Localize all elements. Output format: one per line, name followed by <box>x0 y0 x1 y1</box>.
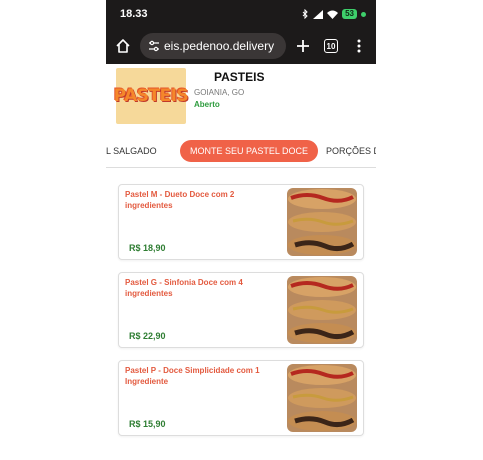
category-tabs: L SALGADO MONTE SEU PASTEL DOCE PORÇÕES … <box>106 134 376 168</box>
tab-count: 10 <box>324 39 338 53</box>
product-card[interactable]: Pastel M - Dueto Doce com 2 ingredientes… <box>118 184 364 260</box>
url-text: eis.pedenoo.delivery <box>164 39 275 53</box>
product-price: R$ 15,90 <box>129 419 166 429</box>
new-tab-icon[interactable] <box>292 35 314 57</box>
home-icon[interactable] <box>112 35 134 57</box>
address-bar[interactable]: eis.pedenoo.delivery <box>140 33 286 59</box>
product-name: Pastel M - Dueto Doce com 2 ingredientes <box>125 190 235 210</box>
wifi-icon <box>327 10 339 19</box>
phone-screen: 18.33 53 eis.pedenoo.delivery 10 PASTEIS <box>106 0 376 460</box>
status-icons: 53 <box>302 9 366 19</box>
product-card[interactable]: Pastel P - Doce Simplicidade com 1 Ingre… <box>118 360 364 436</box>
notification-dot-icon <box>361 11 366 17</box>
store-city: GOIANIA, GO <box>194 88 245 97</box>
tab-monte-seu-pastel-doce[interactable]: MONTE SEU PASTEL DOCE <box>180 140 319 162</box>
tab-switcher-icon[interactable]: 10 <box>320 35 342 57</box>
store-header: PASTEIS PASTEIS GOIANIA, GO Aberto <box>106 64 376 130</box>
site-settings-icon[interactable] <box>148 40 160 52</box>
store-logo: PASTEIS <box>113 68 189 124</box>
store-info: PASTEIS GOIANIA, GO Aberto <box>194 68 264 130</box>
product-name: Pastel P - Doce Simplicidade com 1 Ingre… <box>125 366 260 386</box>
status-bar: 18.33 53 <box>106 0 376 28</box>
product-image <box>287 188 357 256</box>
product-image <box>287 364 357 432</box>
tab-porcoes[interactable]: PORÇÕES D <box>326 140 376 162</box>
browser-toolbar: eis.pedenoo.delivery 10 <box>106 28 376 64</box>
logo-text: PASTEIS <box>113 86 189 106</box>
more-menu-icon[interactable] <box>348 35 370 57</box>
product-list: Pastel M - Dueto Doce com 2 ingredientes… <box>106 168 376 436</box>
bluetooth-icon <box>302 9 308 19</box>
product-image <box>287 276 357 344</box>
signal-icon <box>313 9 324 19</box>
product-price: R$ 18,90 <box>129 243 166 253</box>
product-card[interactable]: Pastel G - Sinfonia Doce com 4 ingredien… <box>118 272 364 348</box>
tab-salgado[interactable]: L SALGADO <box>106 140 157 162</box>
product-name: Pastel G - Sinfonia Doce com 4 ingredien… <box>125 278 243 298</box>
product-price: R$ 22,90 <box>129 331 166 341</box>
battery-icon: 53 <box>342 9 357 19</box>
store-name: PASTEIS <box>214 70 265 84</box>
store-open-status: Aberto <box>194 100 220 109</box>
status-time: 18.33 <box>120 8 148 20</box>
